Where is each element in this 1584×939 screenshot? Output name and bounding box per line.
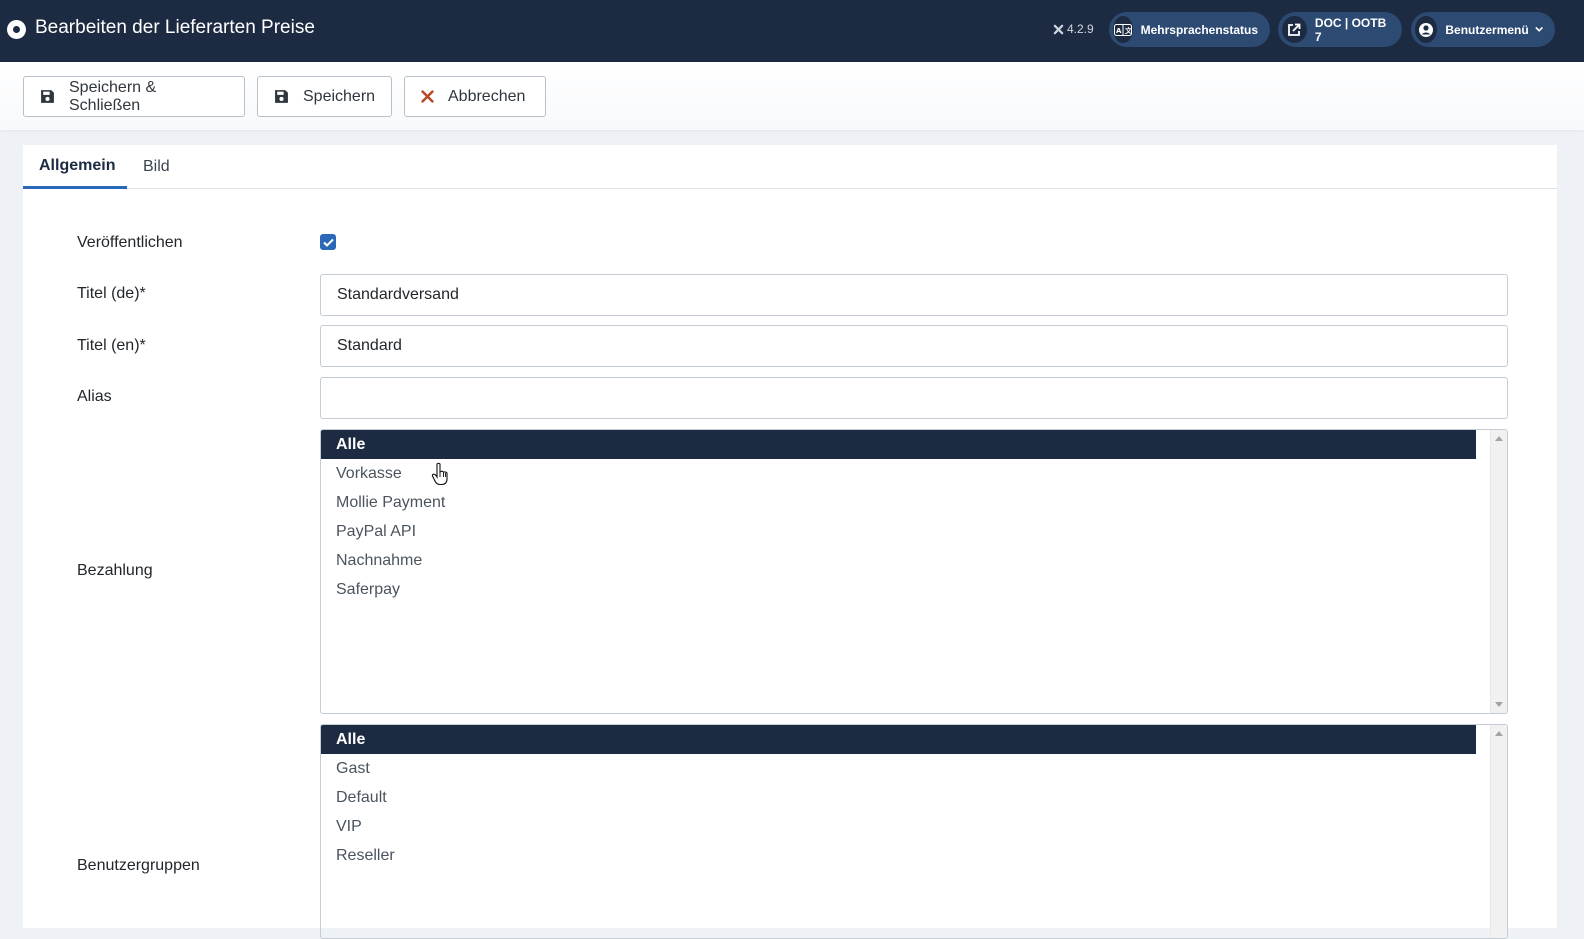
title-en-label: Titel (en)* bbox=[77, 337, 146, 354]
cancel-button[interactable]: Abbrechen bbox=[404, 76, 546, 117]
toolbar: Speichern & Schließen Speichern Abbreche… bbox=[0, 62, 1584, 130]
top-header: Bearbeiten der Lieferarten Preise 4.2.9 … bbox=[0, 0, 1584, 62]
publish-checkbox[interactable] bbox=[320, 234, 336, 250]
usergroups-scrollbar[interactable] bbox=[1490, 725, 1507, 938]
save-button[interactable]: Speichern bbox=[257, 76, 392, 117]
joomla-icon bbox=[1053, 24, 1064, 34]
title-en-input[interactable]: Standard bbox=[320, 325, 1508, 367]
alias-input[interactable] bbox=[320, 377, 1508, 419]
svg-text:A: A bbox=[1116, 27, 1122, 35]
payment-label: Bezahlung bbox=[77, 562, 153, 579]
hand-pointer-icon bbox=[431, 462, 448, 486]
multilang-status-button[interactable]: A文 Mehrsprachenstatus bbox=[1109, 12, 1270, 47]
payment-option[interactable]: Nachnahme bbox=[321, 546, 1476, 575]
save-icon bbox=[40, 89, 55, 104]
joomla-logo-icon[interactable] bbox=[7, 20, 26, 39]
alias-label: Alias bbox=[77, 388, 112, 405]
user-icon bbox=[1415, 16, 1438, 43]
payment-option[interactable]: Alle bbox=[321, 430, 1476, 459]
tab-bild[interactable]: Bild bbox=[127, 145, 197, 189]
payment-multiselect[interactable]: Alle Vorkasse Mollie Payment PayPal API … bbox=[320, 429, 1508, 714]
payment-option[interactable]: PayPal API bbox=[321, 517, 1476, 546]
save-close-label: Speichern & Schließen bbox=[69, 78, 157, 114]
save-label: Speichern bbox=[303, 87, 376, 105]
usergroup-option[interactable]: Gast bbox=[321, 754, 1476, 783]
usergroup-option[interactable]: Alle bbox=[321, 725, 1476, 754]
version-text: 4.2.9 bbox=[1067, 22, 1094, 36]
user-menu-label: Benutzermenü bbox=[1445, 22, 1529, 37]
version-badge: 4.2.9 bbox=[1053, 22, 1094, 36]
usergroups-label: Benutzergruppen bbox=[77, 857, 200, 874]
check-icon bbox=[322, 238, 334, 247]
payment-scrollbar[interactable] bbox=[1490, 430, 1507, 713]
external-link-icon bbox=[1282, 16, 1307, 43]
usergroup-option[interactable]: Default bbox=[321, 783, 1476, 812]
doc-site-button[interactable]: DOC | OOTB 7 bbox=[1278, 12, 1402, 47]
title-de-input[interactable]: Standardversand bbox=[320, 274, 1508, 316]
doc-site-label: DOC | OOTB 7 bbox=[1314, 15, 1387, 44]
cancel-label: Abbrechen bbox=[448, 87, 526, 105]
scroll-up-icon[interactable] bbox=[1495, 436, 1503, 441]
save-icon bbox=[274, 89, 289, 104]
usergroups-multiselect[interactable]: Alle Gast Default VIP Reseller bbox=[320, 724, 1508, 939]
publish-label: Veröffentlichen bbox=[77, 234, 183, 251]
usergroup-option[interactable]: Reseller bbox=[321, 841, 1476, 870]
payment-option[interactable]: Saferpay bbox=[321, 575, 1476, 604]
title-de-label: Titel (de)* bbox=[77, 285, 146, 302]
save-close-button[interactable]: Speichern & Schließen bbox=[23, 76, 245, 117]
language-icon: A文 bbox=[1113, 16, 1133, 43]
scroll-down-icon[interactable] bbox=[1495, 702, 1503, 707]
edit-form-card: Allgemein Bild Veröffentlichen Titel (de… bbox=[23, 145, 1557, 939]
close-icon bbox=[421, 90, 434, 103]
multilang-status-label: Mehrsprachenstatus bbox=[1140, 22, 1258, 37]
user-menu-button[interactable]: Benutzermenü bbox=[1411, 12, 1555, 47]
scroll-up-icon[interactable] bbox=[1495, 731, 1503, 736]
page-title: Bearbeiten der Lieferarten Preise bbox=[35, 17, 315, 38]
tab-allgemein[interactable]: Allgemein bbox=[23, 145, 127, 189]
payment-option[interactable]: Vorkasse bbox=[321, 459, 1476, 488]
chevron-down-icon bbox=[1534, 26, 1543, 32]
tab-bar: Allgemein Bild bbox=[23, 145, 1557, 189]
svg-text:文: 文 bbox=[1125, 26, 1132, 35]
usergroup-option[interactable]: VIP bbox=[321, 812, 1476, 841]
payment-option[interactable]: Mollie Payment bbox=[321, 488, 1476, 517]
